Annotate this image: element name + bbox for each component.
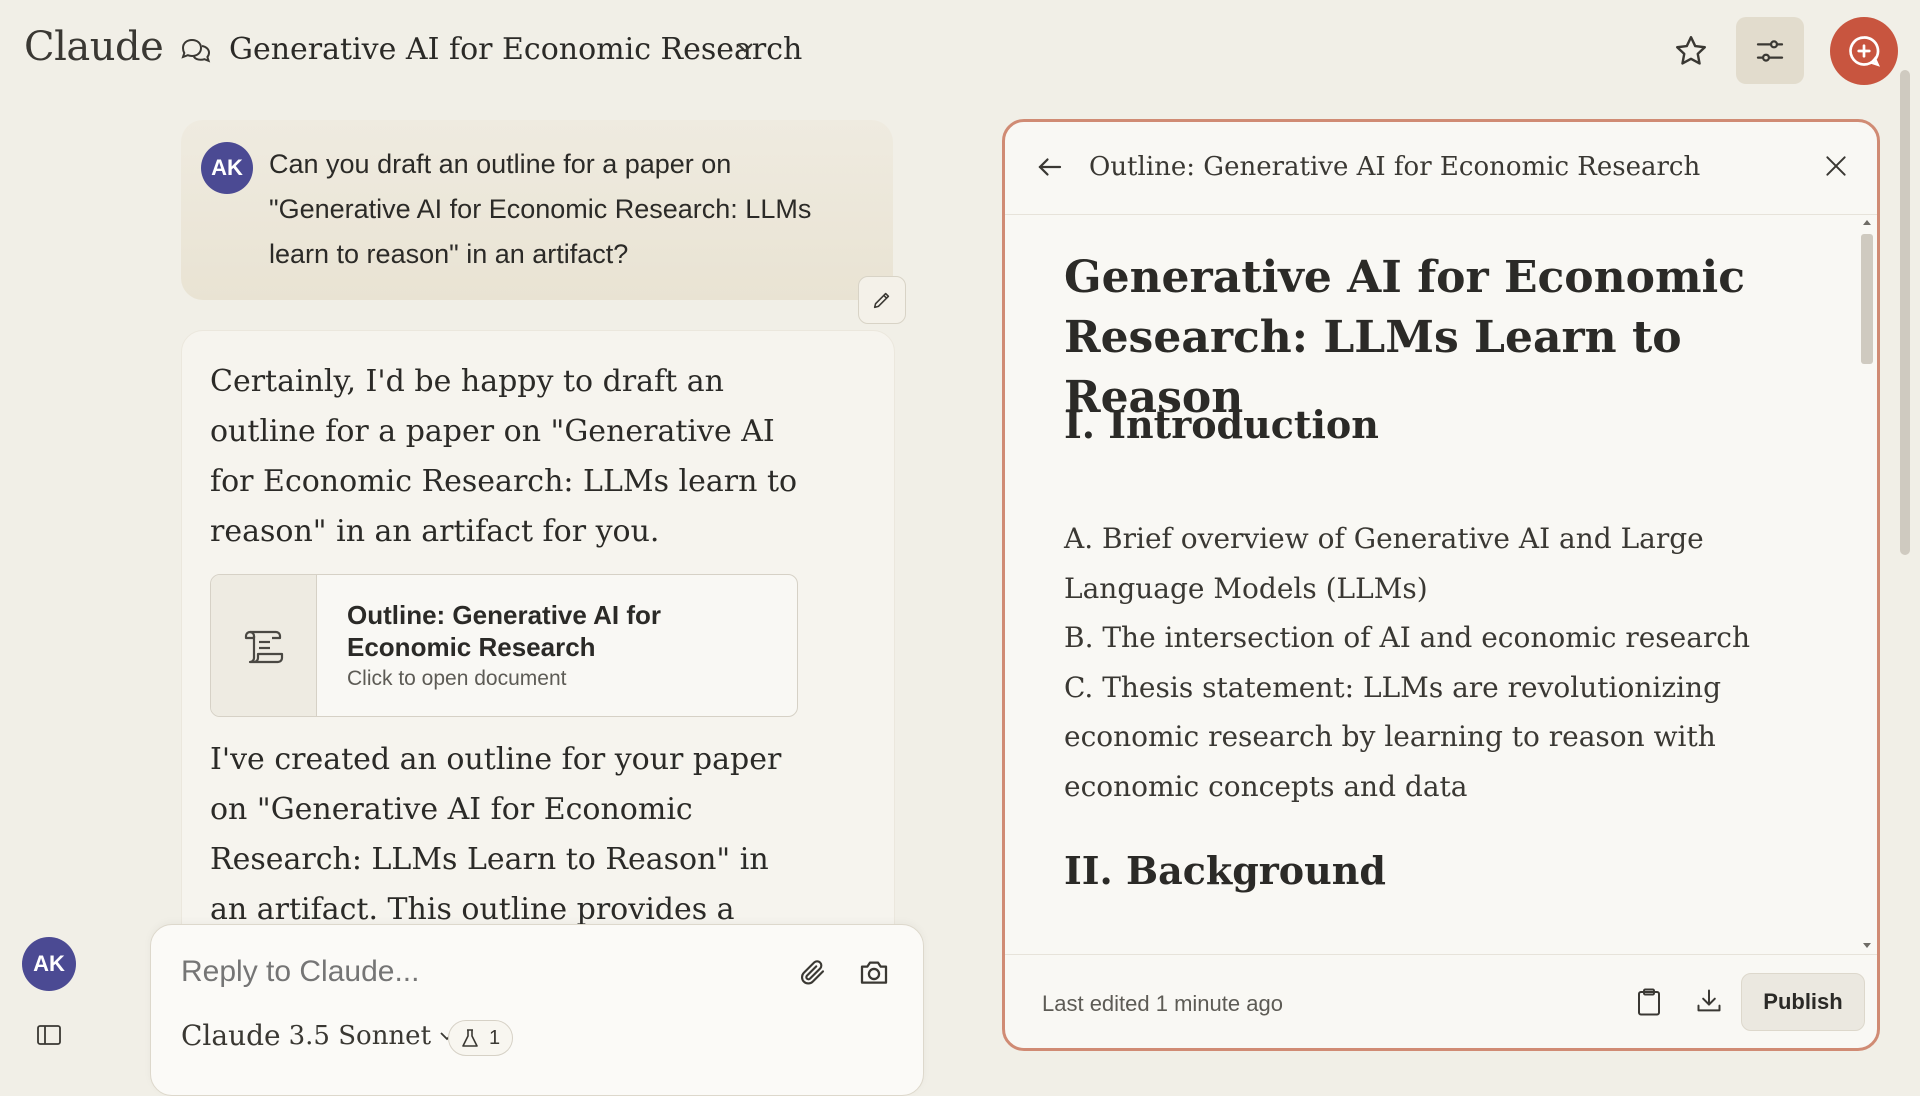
- artifact-card-title: Outline: Generative AI for Economic Rese…: [347, 600, 661, 662]
- sliders-icon: [1754, 35, 1786, 67]
- model-name: Claude: [181, 1019, 281, 1052]
- artifact-document: Generative AI for Economic Research: LLM…: [1005, 214, 1857, 954]
- pencil-icon: [871, 289, 893, 311]
- publish-button[interactable]: Publish: [1741, 973, 1865, 1031]
- account-avatar[interactable]: AK: [22, 937, 76, 991]
- artifact-card-subtitle: Click to open document: [347, 667, 567, 690]
- section-heading-background: II. Background: [1064, 848, 1386, 893]
- page-scrollbar[interactable]: [1898, 70, 1914, 1080]
- page-scroll-thumb[interactable]: [1900, 70, 1910, 555]
- chat-title[interactable]: Generative AI for Economic Research: [229, 32, 802, 67]
- list-item: B. The intersection of AI and economic r…: [1064, 621, 1750, 654]
- download-icon[interactable]: [1695, 987, 1723, 1015]
- arrow-left-icon[interactable]: [1035, 152, 1065, 182]
- chevron-down-icon[interactable]: [736, 42, 754, 54]
- chat-bubbles-icon: [180, 36, 212, 66]
- edit-message-button[interactable]: [858, 276, 906, 324]
- model-version: 3.5 Sonnet: [288, 1020, 432, 1051]
- scroll-document-icon: [242, 626, 286, 666]
- section-heading-introduction: I. Introduction: [1064, 402, 1379, 447]
- reply-input[interactable]: [181, 955, 741, 989]
- document-title: Generative AI for Economic Research: LLM…: [1064, 252, 1746, 423]
- feature-preview-badge[interactable]: 1: [448, 1020, 514, 1056]
- new-chat-icon: [1846, 33, 1882, 69]
- last-edited-status: Last edited 1 minute ago: [1042, 991, 1283, 1016]
- beaker-icon: [461, 1028, 479, 1048]
- camera-icon[interactable]: [858, 957, 890, 987]
- introduction-list: A. Brief overview of Generative AI and L…: [1064, 514, 1784, 811]
- artifact-panel-footer: Last edited 1 minute ago Publish: [1005, 954, 1877, 1048]
- list-item: A. Brief overview of Generative AI and L…: [1064, 522, 1704, 605]
- reply-composer: Claude 3.5 Sonnet 1: [150, 924, 924, 1096]
- user-message-text: Can you draft an outline for a paper on …: [269, 149, 812, 269]
- artifact-panel-title: Outline: Generative AI for Economic Rese…: [1089, 152, 1701, 182]
- document-scroll-thumb[interactable]: [1861, 234, 1873, 364]
- settings-button[interactable]: [1736, 17, 1804, 84]
- artifact-panel: Outline: Generative AI for Economic Rese…: [1002, 119, 1880, 1051]
- list-item: C. Thesis statement: LLMs are revolution…: [1064, 670, 1721, 803]
- model-selector[interactable]: Claude 3.5 Sonnet: [181, 1019, 455, 1052]
- star-button[interactable]: [1661, 22, 1721, 80]
- user-message: AK Can you draft an outline for a paper …: [181, 120, 893, 300]
- assistant-intro-text: Certainly, I'd be happy to draft an outl…: [210, 364, 798, 549]
- new-chat-button[interactable]: [1830, 17, 1898, 85]
- sidebar-toggle-icon[interactable]: [36, 1024, 62, 1046]
- top-bar: Claude Generative AI for Economic Resear…: [0, 0, 1920, 100]
- feature-preview-count: 1: [489, 1026, 501, 1049]
- document-scrollbar[interactable]: [1857, 214, 1877, 954]
- paperclip-icon[interactable]: [798, 957, 828, 987]
- app-logo[interactable]: Claude: [24, 24, 164, 70]
- artifact-card[interactable]: Outline: Generative AI for Economic Rese…: [210, 574, 798, 717]
- artifact-card-icon-box: [211, 575, 317, 716]
- artifact-panel-header: Outline: Generative AI for Economic Rese…: [1005, 122, 1877, 215]
- star-icon: [1673, 33, 1709, 69]
- clipboard-icon[interactable]: [1635, 987, 1663, 1017]
- user-avatar: AK: [201, 142, 253, 194]
- close-icon[interactable]: [1823, 153, 1849, 179]
